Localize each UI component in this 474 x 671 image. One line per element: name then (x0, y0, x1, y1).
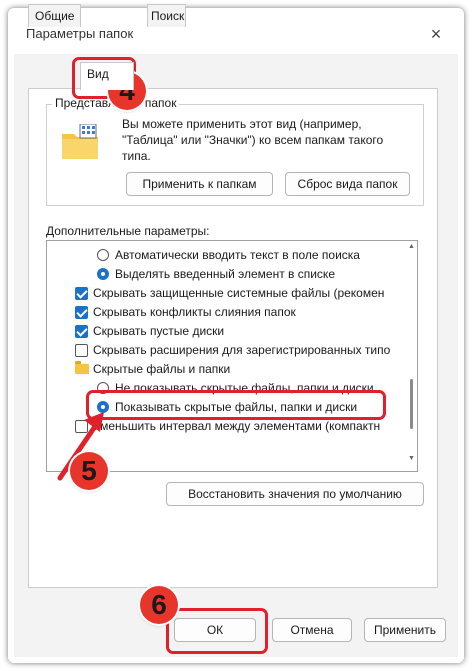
step-badge-5: 5 (70, 452, 108, 490)
step-badge-6: 6 (140, 586, 178, 624)
callout-arrow-icon (57, 412, 104, 481)
tab-view[interactable]: Вид (80, 62, 134, 90)
